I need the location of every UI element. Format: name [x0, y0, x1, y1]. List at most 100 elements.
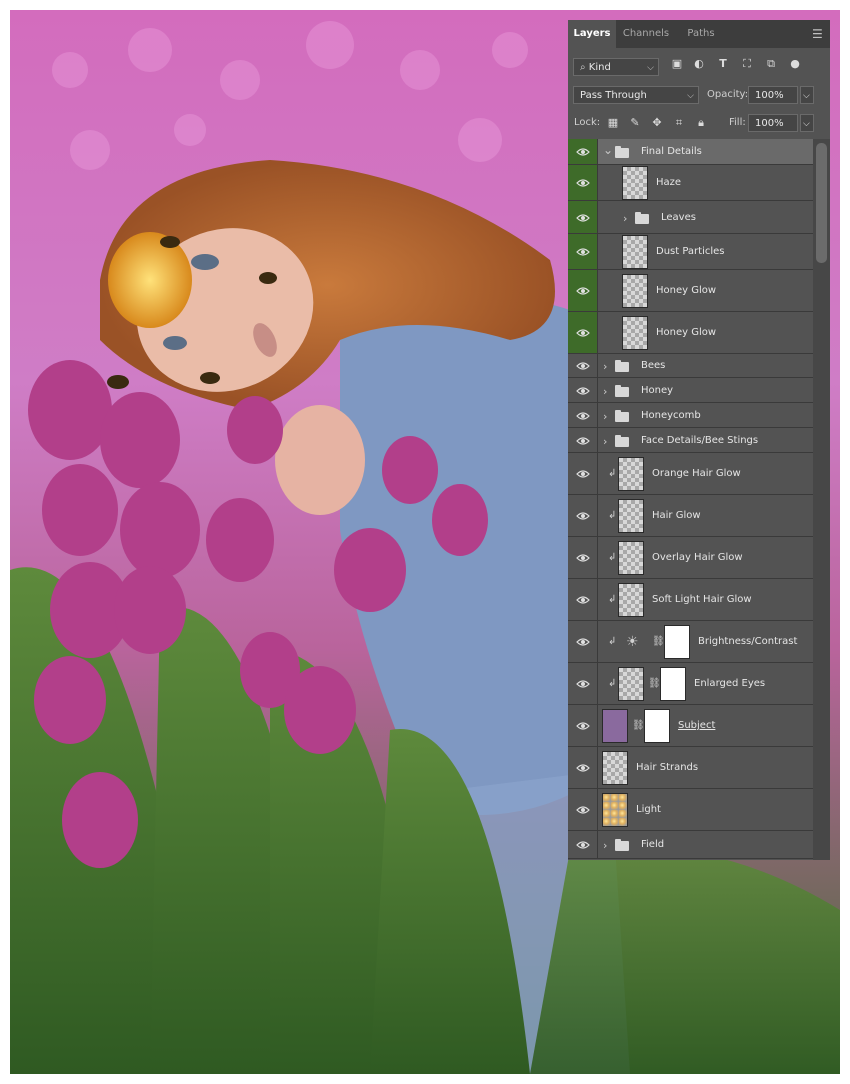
layer-thumbnail[interactable] — [622, 166, 648, 200]
eye-icon[interactable] — [576, 469, 590, 479]
layer-thumbnail[interactable] — [602, 793, 628, 827]
layer-row[interactable]: Honey Glow — [568, 312, 813, 354]
link-chain-icon[interactable]: ⛓ — [652, 636, 665, 647]
eye-icon[interactable] — [576, 637, 590, 647]
visibility-toggle[interactable] — [568, 831, 598, 858]
eye-icon[interactable] — [576, 553, 590, 563]
visibility-toggle[interactable] — [568, 428, 598, 452]
eye-icon[interactable] — [576, 147, 590, 157]
visibility-toggle[interactable] — [568, 201, 598, 233]
tab-channels[interactable]: Channels — [618, 20, 674, 48]
layer-row[interactable]: ↲ Orange Hair Glow — [568, 453, 813, 495]
layer-row[interactable]: Haze — [568, 165, 813, 201]
eye-icon[interactable] — [576, 721, 590, 731]
filter-shape-icon[interactable]: ⛶ — [740, 56, 754, 72]
layer-row[interactable]: › Honey — [568, 378, 813, 403]
layer-thumbnail[interactable] — [602, 751, 628, 785]
layer-thumbnail[interactable] — [622, 316, 648, 350]
eye-icon[interactable] — [576, 386, 590, 396]
eye-icon[interactable] — [576, 178, 590, 188]
eye-icon[interactable] — [576, 511, 590, 521]
layer-thumbnail[interactable] — [618, 541, 644, 575]
layer-row[interactable]: › Honeycomb — [568, 403, 813, 428]
chevron-right-icon[interactable]: › — [603, 360, 607, 373]
filter-smart-object-icon[interactable]: ⧉ — [764, 56, 778, 72]
visibility-toggle[interactable] — [568, 270, 598, 311]
fill-dropdown[interactable]: ⌵ — [800, 114, 814, 132]
layer-row[interactable]: ⛓ Subject — [568, 705, 813, 747]
layer-thumbnail[interactable] — [622, 274, 648, 308]
chevron-down-icon[interactable]: ⌄ — [603, 143, 613, 157]
layer-mask-thumbnail[interactable] — [644, 709, 670, 743]
blend-mode-select[interactable]: Pass Through ⌵ — [573, 86, 699, 104]
eye-icon[interactable] — [576, 247, 590, 257]
lock-all-icon[interactable]: 🔒︎ — [694, 115, 708, 131]
layers-scrollbar[interactable] — [813, 139, 830, 860]
layer-row[interactable]: ↲ Soft Light Hair Glow — [568, 579, 813, 621]
layer-row[interactable]: › Face Details/Bee Stings — [568, 428, 813, 453]
filter-pixel-icon[interactable]: ▣ — [670, 56, 684, 72]
eye-icon[interactable] — [576, 213, 590, 223]
chevron-right-icon[interactable]: › — [623, 212, 627, 225]
visibility-toggle[interactable] — [568, 354, 598, 377]
layer-row[interactable]: Hair Strands — [568, 747, 813, 789]
filter-type-icon[interactable]: T — [716, 56, 730, 72]
chevron-right-icon[interactable]: › — [603, 435, 607, 448]
visibility-toggle[interactable] — [568, 378, 598, 402]
opacity-dropdown[interactable]: ⌵ — [800, 86, 814, 104]
layer-row[interactable]: Light — [568, 789, 813, 831]
tab-paths[interactable]: Paths — [678, 20, 724, 48]
layer-row[interactable]: ⌄ Final Details — [568, 139, 813, 165]
layer-row[interactable]: ↲ ⛓ Enlarged Eyes — [568, 663, 813, 705]
visibility-toggle[interactable] — [568, 234, 598, 269]
layer-row[interactable]: ↲ Overlay Hair Glow — [568, 537, 813, 579]
layer-mask-thumbnail[interactable] — [664, 625, 690, 659]
eye-icon[interactable] — [576, 411, 590, 421]
eye-icon[interactable] — [576, 679, 590, 689]
layer-thumbnail[interactable] — [618, 583, 644, 617]
visibility-toggle[interactable] — [568, 747, 598, 788]
layer-row[interactable]: ↲ ☀ ⛓ Brightness/Contrast — [568, 621, 813, 663]
lock-position-icon[interactable]: ✥ — [650, 115, 664, 131]
eye-icon[interactable] — [576, 328, 590, 338]
eye-icon[interactable] — [576, 286, 590, 296]
layer-row[interactable]: › Bees — [568, 354, 813, 378]
filter-toggle-icon[interactable]: ● — [788, 56, 802, 72]
visibility-toggle[interactable] — [568, 312, 598, 353]
fill-input[interactable]: 100% — [748, 114, 798, 132]
link-chain-icon[interactable]: ⛓ — [648, 678, 661, 689]
visibility-toggle[interactable] — [568, 663, 598, 704]
visibility-toggle[interactable] — [568, 139, 598, 164]
scroll-thumb[interactable] — [816, 143, 827, 263]
link-chain-icon[interactable]: ⛓ — [632, 720, 645, 731]
visibility-toggle[interactable] — [568, 165, 598, 200]
layer-row[interactable]: Honey Glow — [568, 270, 813, 312]
visibility-toggle[interactable] — [568, 789, 598, 830]
lock-artboard-icon[interactable]: ⌗ — [672, 115, 686, 131]
panel-menu-icon[interactable]: ☰ — [812, 28, 824, 40]
layer-thumbnail[interactable] — [618, 667, 644, 701]
layer-row[interactable]: › Leaves — [568, 201, 813, 234]
visibility-toggle[interactable] — [568, 537, 598, 578]
eye-icon[interactable] — [576, 763, 590, 773]
visibility-toggle[interactable] — [568, 621, 598, 662]
eye-icon[interactable] — [576, 436, 590, 446]
lock-transparency-icon[interactable]: ▦ — [606, 115, 620, 131]
layer-row[interactable]: Dust Particles — [568, 234, 813, 270]
opacity-input[interactable]: 100% — [748, 86, 798, 104]
layer-row[interactable]: ↲ Hair Glow — [568, 495, 813, 537]
eye-icon[interactable] — [576, 361, 590, 371]
layer-thumbnail[interactable] — [618, 457, 644, 491]
filter-adjustment-icon[interactable]: ◐ — [692, 56, 706, 72]
visibility-toggle[interactable] — [568, 495, 598, 536]
chevron-right-icon[interactable]: › — [603, 410, 607, 423]
visibility-toggle[interactable] — [568, 453, 598, 494]
layer-row[interactable]: › Field — [568, 831, 813, 859]
eye-icon[interactable] — [576, 840, 590, 850]
layer-thumbnail[interactable] — [618, 499, 644, 533]
filter-kind-select[interactable]: ⌕ Kind ⌵ — [573, 58, 659, 76]
layer-thumbnail[interactable] — [602, 709, 628, 743]
visibility-toggle[interactable] — [568, 403, 598, 427]
layer-mask-thumbnail[interactable] — [660, 667, 686, 701]
lock-paint-icon[interactable]: ✎ — [628, 115, 642, 131]
